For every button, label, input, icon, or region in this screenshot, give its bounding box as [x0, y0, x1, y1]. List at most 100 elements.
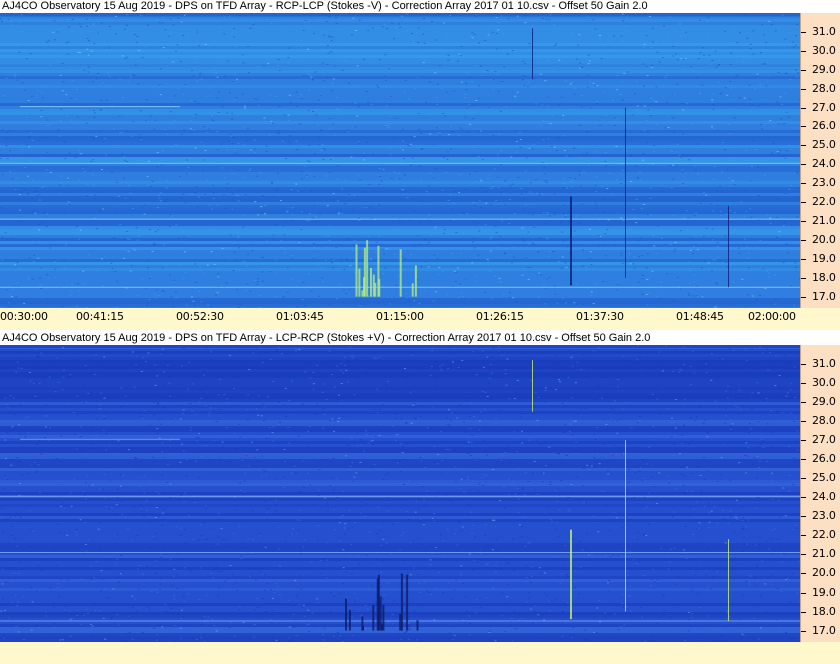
noise-speckle — [233, 28, 236, 29]
noise-speckle — [791, 41, 794, 43]
noise-speckle — [313, 153, 316, 155]
noise-speckle — [399, 221, 402, 223]
noise-speckle — [345, 293, 348, 295]
noise-speckle — [336, 632, 339, 634]
noise-speckle — [621, 262, 624, 264]
noise-speckle — [626, 71, 629, 73]
noise-speckle — [102, 110, 105, 112]
noise-speckle — [132, 248, 135, 249]
noise-speckle — [199, 567, 202, 569]
noise-speckle — [26, 473, 29, 475]
noise-speckle — [194, 113, 197, 115]
noise-speckle — [60, 108, 63, 110]
noise-speckle — [46, 125, 49, 126]
noise-speckle — [622, 220, 624, 222]
noise-speckle — [190, 427, 193, 429]
noise-speckle — [246, 140, 249, 142]
noise-speckle — [261, 212, 264, 214]
noise-speckle — [103, 415, 106, 417]
y-axis-tick — [801, 88, 806, 90]
noise-speckle — [472, 480, 475, 482]
noise-speckle — [519, 416, 522, 418]
noise-speckle — [497, 346, 500, 348]
noise-speckle — [504, 603, 506, 605]
noise-speckle — [183, 236, 186, 238]
noise-speckle — [658, 61, 661, 63]
noise-speckle — [524, 356, 526, 358]
noise-speckle — [53, 20, 56, 22]
noise-speckle — [558, 509, 561, 511]
noise-speckle — [67, 41, 70, 43]
noise-speckle — [29, 546, 32, 547]
noise-speckle — [5, 25, 7, 27]
noise-speckle — [11, 535, 14, 536]
noise-speckle — [337, 421, 340, 422]
noise-speckle — [698, 607, 701, 608]
noise-speckle — [746, 455, 749, 457]
noise-speckle — [541, 481, 544, 483]
noise-speckle — [460, 292, 463, 294]
noise-speckle — [191, 410, 194, 412]
noise-speckle — [241, 54, 244, 56]
noise-speckle — [279, 594, 282, 596]
noise-speckle — [155, 289, 158, 291]
noise-speckle — [179, 176, 182, 178]
noise-speckle — [682, 69, 685, 70]
noise-speckle — [271, 181, 273, 183]
noise-speckle — [287, 120, 290, 121]
noise-speckle — [71, 30, 74, 32]
noise-speckle — [764, 583, 767, 585]
noise-speckle — [785, 632, 787, 633]
noise-speckle — [122, 475, 125, 476]
noise-speckle — [469, 623, 472, 624]
noise-speckle — [39, 199, 41, 201]
noise-speckle — [569, 83, 572, 85]
noise-speckle — [457, 405, 460, 406]
noise-speckle — [700, 542, 703, 544]
noise-speckle — [682, 485, 685, 486]
noise-speckle — [12, 237, 15, 239]
noise-speckle — [514, 139, 517, 141]
noise-speckle — [357, 381, 360, 383]
noise-speckle — [452, 639, 455, 641]
noise-speckle — [745, 580, 748, 582]
noise-speckle — [735, 499, 738, 501]
noise-speckle — [608, 530, 611, 532]
noise-speckle — [714, 400, 717, 402]
noise-speckle — [324, 260, 327, 261]
noise-speckle — [251, 250, 254, 252]
noise-speckle — [586, 131, 588, 133]
noise-speckle — [533, 420, 536, 422]
noise-speckle — [734, 212, 737, 214]
noise-speckle — [17, 572, 20, 574]
noise-speckle — [466, 131, 469, 133]
noise-speckle — [506, 596, 509, 598]
noise-speckle — [249, 576, 252, 578]
spectrogram-band — [0, 127, 800, 130]
noise-speckle — [431, 553, 434, 555]
noise-speckle — [638, 356, 641, 358]
noise-speckle — [182, 193, 185, 195]
noise-speckle — [46, 493, 49, 494]
noise-speckle — [347, 129, 350, 131]
noise-speckle — [171, 145, 174, 147]
noise-speckle — [387, 126, 390, 128]
noise-speckle — [380, 572, 383, 574]
noise-speckle — [205, 508, 208, 509]
noise-speckle — [185, 459, 188, 461]
noise-speckle — [158, 197, 161, 199]
noise-speckle — [379, 376, 381, 378]
noise-speckle — [258, 535, 261, 537]
noise-speckle — [276, 65, 279, 66]
noise-speckle — [176, 391, 179, 393]
noise-speckle — [343, 527, 346, 529]
noise-speckle — [555, 529, 558, 531]
noise-speckle — [491, 356, 494, 358]
noise-speckle — [624, 25, 627, 27]
noise-speckle — [672, 371, 675, 372]
noise-speckle — [250, 441, 253, 443]
noise-speckle — [562, 145, 565, 147]
noise-speckle — [305, 411, 308, 413]
spectrogram-band — [0, 76, 800, 79]
spectrogram-band — [0, 588, 800, 591]
